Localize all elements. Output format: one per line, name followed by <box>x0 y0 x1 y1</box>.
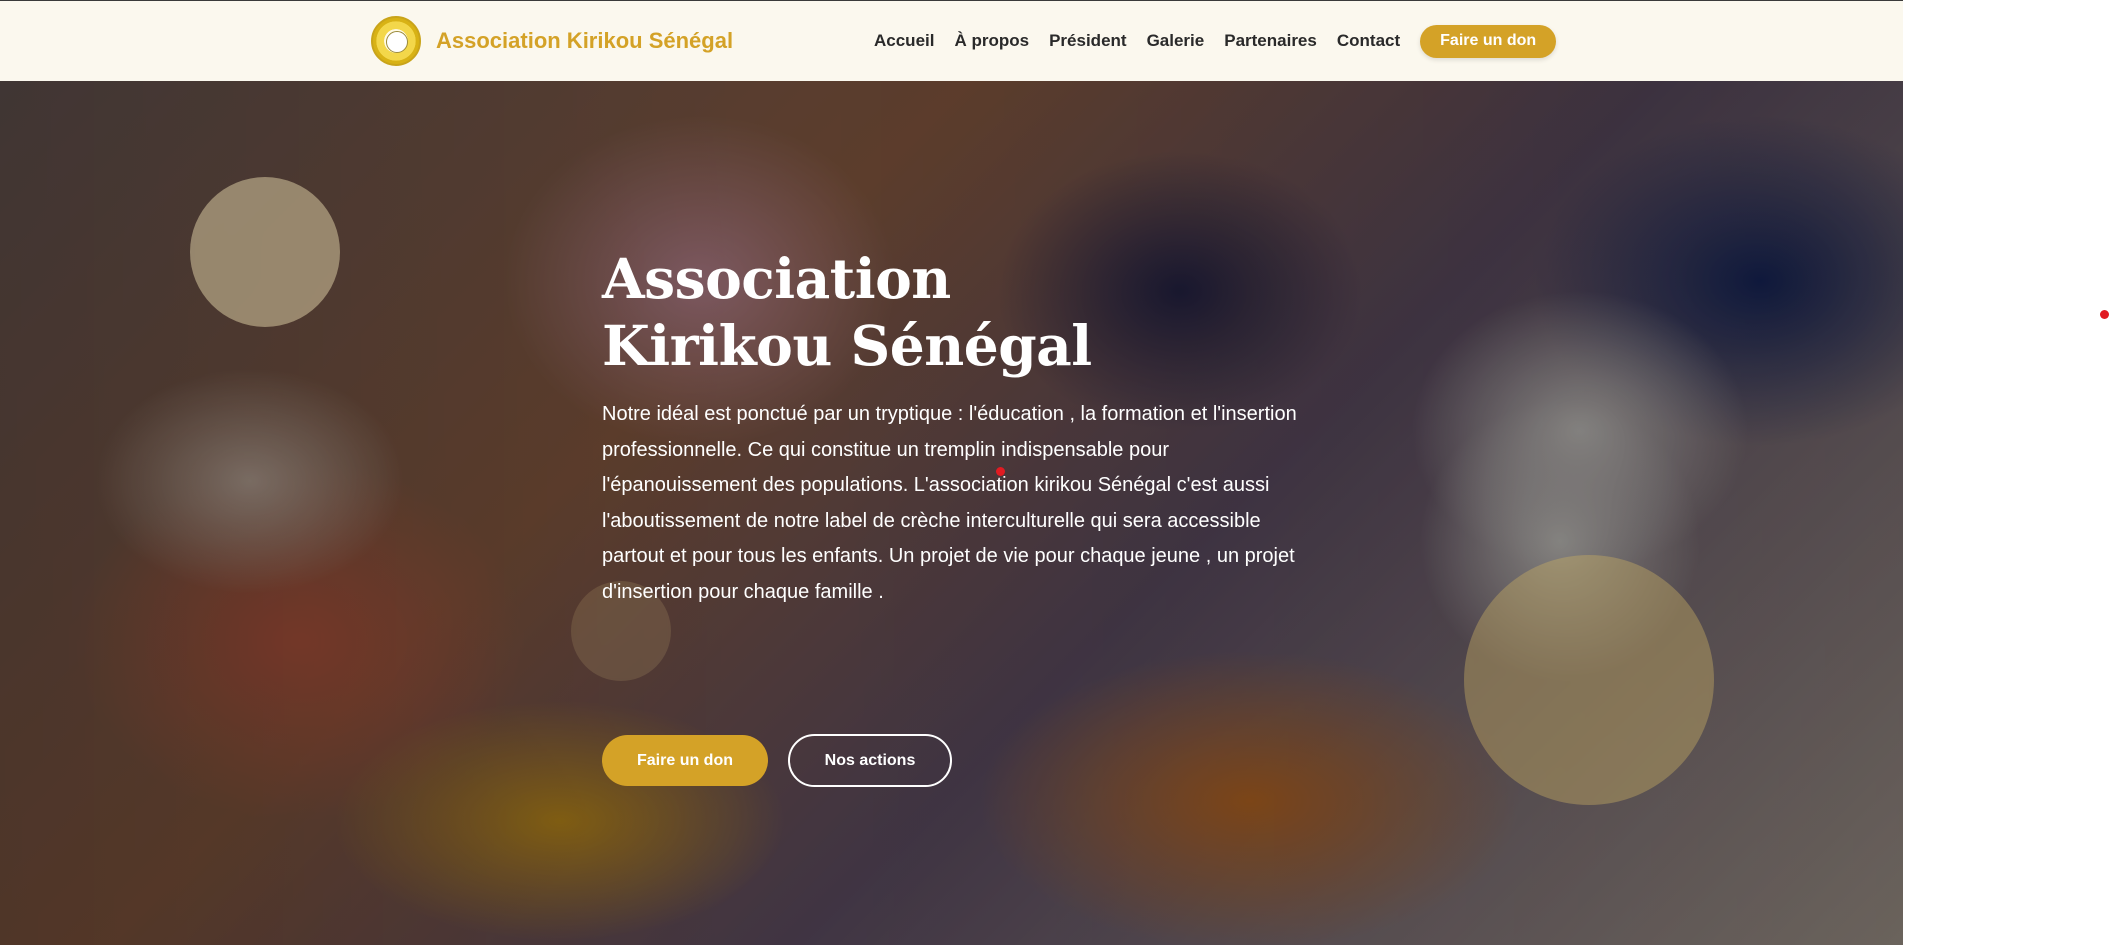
decorative-circle-right <box>1464 555 1714 805</box>
nav-link-partenaires[interactable]: Partenaires <box>1224 31 1317 51</box>
decorative-circle-left <box>190 177 340 327</box>
nav-link-president[interactable]: Président <box>1049 31 1126 51</box>
nav-link-contact[interactable]: Contact <box>1337 31 1400 51</box>
our-actions-button[interactable]: Nos actions <box>788 734 952 787</box>
hero-section: Association Kirikou Sénégal Notre idéal … <box>0 81 1903 945</box>
association-logo-icon[interactable] <box>371 16 421 66</box>
red-dot-indicator <box>996 467 1005 476</box>
brand-name[interactable]: Association Kirikou Sénégal <box>436 28 733 54</box>
red-dot-indicator-edge <box>2100 310 2109 319</box>
site-header: Association Kirikou Sénégal Accueil À pr… <box>0 0 1903 81</box>
brand[interactable]: Association Kirikou Sénégal <box>371 15 733 67</box>
hero-description: Notre idéal est ponctué par un tryptique… <box>602 403 1297 603</box>
page-viewport: Association Kirikou Sénégal Accueil À pr… <box>0 0 1903 945</box>
hero-content: Association Kirikou Sénégal Notre idéal … <box>602 245 1302 787</box>
nav-link-galerie[interactable]: Galerie <box>1147 31 1205 51</box>
hero-title: Association Kirikou Sénégal <box>602 246 1092 378</box>
donate-button-header[interactable]: Faire un don <box>1420 24 1557 58</box>
nav-link-a-propos[interactable]: À propos <box>954 31 1029 51</box>
hero-buttons: Faire un don Nos actions <box>602 734 952 787</box>
main-nav: Accueil À propos Président Galerie Parte… <box>874 23 1557 59</box>
nav-link-accueil[interactable]: Accueil <box>874 31 934 51</box>
donate-button-hero[interactable]: Faire un don <box>602 735 768 786</box>
